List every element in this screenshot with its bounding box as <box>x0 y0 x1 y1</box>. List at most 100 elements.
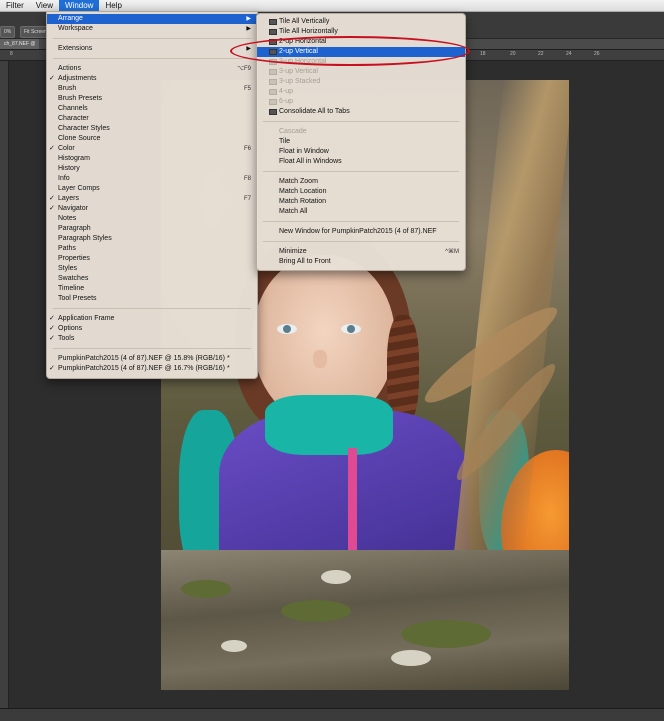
menu-item-label: Arrange <box>58 15 83 22</box>
ruler-tick-label: 24 <box>566 51 572 57</box>
photo-lichen <box>391 650 431 666</box>
menu-item-workspace[interactable]: Workspace ▶ <box>47 24 257 34</box>
checkmark-icon: ✓ <box>49 145 55 152</box>
menu-item-label: Navigator <box>58 205 88 212</box>
menu-item-color[interactable]: ✓ Color F6 <box>47 144 257 154</box>
photo-moss <box>281 600 351 622</box>
menu-item-application-frame[interactable]: ✓ Application Frame <box>47 314 257 324</box>
menu-item-properties[interactable]: Properties <box>47 254 257 264</box>
menu-item-label: New Window for PumpkinPatch2015 (4 of 87… <box>279 228 437 235</box>
menu-item-options[interactable]: ✓ Options <box>47 324 257 334</box>
menu-view[interactable]: View <box>30 0 59 11</box>
menu-help[interactable]: Help <box>99 0 127 11</box>
menu-item-extensions[interactable]: Extensions ▶ <box>47 44 257 54</box>
menu-item-layer-comps[interactable]: Layer Comps <box>47 184 257 194</box>
menu-item-label: Color <box>58 145 75 152</box>
menu-item-label: Layer Comps <box>58 185 100 192</box>
menu-item-tool-presets[interactable]: Tool Presets <box>47 294 257 304</box>
checkmark-icon: ✓ <box>49 325 55 332</box>
menu-item-label: 6-up <box>279 98 294 105</box>
menu-item-tile-all-vertically[interactable]: Tile All Vertically <box>257 17 465 27</box>
menu-item-2-up-horizontal[interactable]: 2-up Horizontal <box>257 37 465 47</box>
menu-item-paragraph-styles[interactable]: Paragraph Styles <box>47 234 257 244</box>
menu-item-label: Swatches <box>58 275 89 282</box>
checkmark-icon: ✓ <box>49 315 55 322</box>
menu-item-label: 3-up Stacked <box>279 78 321 85</box>
four-up-icon <box>269 89 277 95</box>
menu-item-label: Match Rotation <box>279 198 327 205</box>
menu-item-histogram[interactable]: Histogram <box>47 154 257 164</box>
menu-item-label: Float All in Windows <box>279 158 342 165</box>
menu-item-swatches[interactable]: Swatches <box>47 274 257 284</box>
three-up-horizontal-icon <box>269 59 277 65</box>
menu-item-label: Bring All to Front <box>279 258 331 265</box>
menu-item-label: Match Zoom <box>279 178 318 185</box>
menu-filter[interactable]: Filter <box>0 0 30 11</box>
photo-left-eye <box>277 324 297 334</box>
menu-item-notes[interactable]: Notes <box>47 214 257 224</box>
menu-item-label: Consolidate All to Tabs <box>279 108 350 115</box>
menu-item-layers[interactable]: ✓ Layers F7 <box>47 194 257 204</box>
menu-item-label: Styles <box>58 265 78 272</box>
menu-shortcut: F8 <box>243 176 251 182</box>
menu-item-3-up-vertical: 3-up Vertical <box>257 67 465 77</box>
menu-item-paragraph[interactable]: Paragraph <box>47 224 257 234</box>
menu-separator <box>53 58 251 59</box>
menu-item-character-styles[interactable]: Character Styles <box>47 124 257 134</box>
menu-item-consolidate-all-to-tabs[interactable]: Consolidate All to Tabs <box>257 107 465 117</box>
menu-item-match-all[interactable]: Match All <box>257 207 465 217</box>
menu-item-adjustments[interactable]: ✓ Adjustments <box>47 74 257 84</box>
menu-item-history[interactable]: History <box>47 164 257 174</box>
menu-item-match-zoom[interactable]: Match Zoom <box>257 177 465 187</box>
menu-item-tile-all-horizontally[interactable]: Tile All Horizontally <box>257 27 465 37</box>
menu-item-arrange[interactable]: Arrange ▶ <box>47 14 257 24</box>
photo-lichen <box>221 640 247 652</box>
menu-item-bring-all-to-front[interactable]: Bring All to Front <box>257 257 465 267</box>
menu-item-styles[interactable]: Styles <box>47 264 257 274</box>
menu-item-brush-presets[interactable]: Brush Presets <box>47 94 257 104</box>
menu-item-label: Properties <box>58 255 90 262</box>
menu-item-label: Brush Presets <box>58 95 102 102</box>
menu-separator <box>263 241 459 242</box>
menu-item-label: Actions <box>58 65 81 72</box>
menu-window[interactable]: Window <box>58 0 100 11</box>
menu-item-3-up-stacked: 3-up Stacked <box>257 77 465 87</box>
two-up-vertical-icon <box>269 49 277 55</box>
menu-item-tile[interactable]: Tile <box>257 137 465 147</box>
zoom-percent-button[interactable]: 0% <box>0 26 16 38</box>
menu-item-label: PumpkinPatch2015 (4 of 87).NEF @ 16.7% (… <box>58 365 230 372</box>
menu-item-label: Histogram <box>58 155 90 162</box>
menu-item-2-up-vertical[interactable]: 2-up Vertical <box>257 47 465 57</box>
menu-item-cascade: Cascade <box>257 127 465 137</box>
menu-item-navigator[interactable]: ✓ Navigator <box>47 204 257 214</box>
document-tab[interactable]: ch_87.NEF @ <box>0 39 40 49</box>
menu-item-label: 2-up Vertical <box>279 48 318 55</box>
menu-item-pumpkinpatch2015-4-of-87-nef-15-8-rgb-16[interactable]: PumpkinPatch2015 (4 of 87).NEF @ 15.8% (… <box>47 354 257 364</box>
menu-item-timeline[interactable]: Timeline <box>47 284 257 294</box>
ruler-tick-label: 8 <box>10 51 13 57</box>
menu-item-float-in-window[interactable]: Float in Window <box>257 147 465 157</box>
menu-item-info[interactable]: Info F8 <box>47 174 257 184</box>
menu-item-new-window-for-pumpkinpatch2015-4-of-87-nef[interactable]: New Window for PumpkinPatch2015 (4 of 87… <box>257 227 465 237</box>
menu-item-pumpkinpatch2015-4-of-87-nef-16-7-rgb-16[interactable]: ✓ PumpkinPatch2015 (4 of 87).NEF @ 16.7% … <box>47 364 257 374</box>
menu-separator <box>53 348 251 349</box>
checkmark-icon: ✓ <box>49 335 55 342</box>
menu-item-actions[interactable]: Actions ⌥F9 <box>47 64 257 74</box>
vertical-ruler[interactable] <box>0 61 9 708</box>
menu-item-label: Minimize <box>279 248 307 255</box>
menu-item-paths[interactable]: Paths <box>47 244 257 254</box>
menu-item-brush[interactable]: Brush F5 <box>47 84 257 94</box>
menu-item-match-rotation[interactable]: Match Rotation <box>257 197 465 207</box>
menu-item-channels[interactable]: Channels <box>47 104 257 114</box>
menu-item-label: Brush <box>58 85 77 92</box>
menu-item-tools[interactable]: ✓ Tools <box>47 334 257 344</box>
menu-item-match-location[interactable]: Match Location <box>257 187 465 197</box>
photo-collar <box>265 395 393 455</box>
submenu-arrow-icon: ▶ <box>246 16 251 22</box>
menu-item-character[interactable]: Character <box>47 114 257 124</box>
menu-shortcut: ^⌘M <box>445 249 459 255</box>
menu-item-float-all-in-windows[interactable]: Float All in Windows <box>257 157 465 167</box>
checkmark-icon: ✓ <box>49 195 55 202</box>
menu-item-minimize[interactable]: Minimize ^⌘M <box>257 247 465 257</box>
menu-item-clone-source[interactable]: Clone Source <box>47 134 257 144</box>
